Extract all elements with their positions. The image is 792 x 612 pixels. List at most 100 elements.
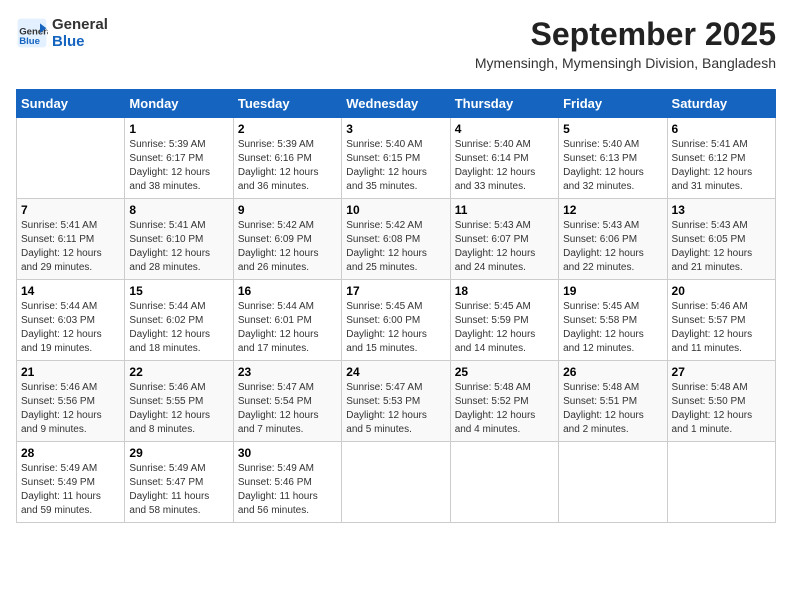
day-number: 3 bbox=[346, 122, 445, 136]
weekday-header-row: SundayMondayTuesdayWednesdayThursdayFrid… bbox=[17, 90, 776, 118]
calendar-week-row: 7 Sunrise: 5:41 AM Sunset: 6:11 PM Daylig… bbox=[17, 199, 776, 280]
calendar-week-row: 28 Sunrise: 5:49 AM Sunset: 5:49 PM Dayli… bbox=[17, 442, 776, 523]
day-number: 13 bbox=[672, 203, 771, 217]
day-number: 14 bbox=[21, 284, 120, 298]
day-info: Sunrise: 5:49 AM Sunset: 5:49 PM Dayligh… bbox=[21, 462, 120, 518]
weekday-header-friday: Friday bbox=[559, 90, 667, 118]
day-info: Sunrise: 5:39 AM Sunset: 6:16 PM Dayligh… bbox=[238, 138, 337, 194]
calendar-cell: 13 Sunrise: 5:43 AM Sunset: 6:05 PM Dayli… bbox=[667, 199, 775, 280]
calendar-cell: 5 Sunrise: 5:40 AM Sunset: 6:13 PM Daylig… bbox=[559, 118, 667, 199]
day-number: 25 bbox=[455, 365, 554, 379]
calendar-cell: 17 Sunrise: 5:45 AM Sunset: 6:00 PM Dayli… bbox=[342, 280, 450, 361]
weekday-header-tuesday: Tuesday bbox=[233, 90, 341, 118]
calendar-week-row: 21 Sunrise: 5:46 AM Sunset: 5:56 PM Dayli… bbox=[17, 361, 776, 442]
calendar-cell: 8Sunrise: 5:41 AM Sunset: 6:10 PM Daylig… bbox=[125, 199, 233, 280]
day-number: 23 bbox=[238, 365, 337, 379]
day-info: Sunrise: 5:48 AM Sunset: 5:52 PM Dayligh… bbox=[455, 381, 554, 437]
calendar-cell: 10Sunrise: 5:42 AM Sunset: 6:08 PM Dayli… bbox=[342, 199, 450, 280]
calendar-cell: 30 Sunrise: 5:49 AM Sunset: 5:46 PM Dayli… bbox=[233, 442, 341, 523]
calendar-week-row: 1Sunrise: 5:39 AM Sunset: 6:17 PM Daylig… bbox=[17, 118, 776, 199]
calendar-cell: 15 Sunrise: 5:44 AM Sunset: 6:02 PM Dayli… bbox=[125, 280, 233, 361]
calendar-cell: 4 Sunrise: 5:40 AM Sunset: 6:14 PM Daylig… bbox=[450, 118, 558, 199]
day-number: 30 bbox=[238, 446, 337, 460]
day-number: 19 bbox=[563, 284, 662, 298]
calendar-cell: 1Sunrise: 5:39 AM Sunset: 6:17 PM Daylig… bbox=[125, 118, 233, 199]
calendar-cell: 2Sunrise: 5:39 AM Sunset: 6:16 PM Daylig… bbox=[233, 118, 341, 199]
day-number: 4 bbox=[455, 122, 554, 136]
day-info: Sunrise: 5:47 AM Sunset: 5:54 PM Dayligh… bbox=[238, 381, 337, 437]
calendar-cell: 23 Sunrise: 5:47 AM Sunset: 5:54 PM Dayli… bbox=[233, 361, 341, 442]
day-number: 21 bbox=[21, 365, 120, 379]
month-title: September 2025 bbox=[475, 16, 776, 53]
day-number: 24 bbox=[346, 365, 445, 379]
calendar-cell: 22 Sunrise: 5:46 AM Sunset: 5:55 PM Dayli… bbox=[125, 361, 233, 442]
calendar-cell: 21 Sunrise: 5:46 AM Sunset: 5:56 PM Dayli… bbox=[17, 361, 125, 442]
day-info: Sunrise: 5:44 AM Sunset: 6:02 PM Dayligh… bbox=[129, 300, 228, 356]
day-info: Sunrise: 5:48 AM Sunset: 5:51 PM Dayligh… bbox=[563, 381, 662, 437]
calendar-cell: 3Sunrise: 5:40 AM Sunset: 6:15 PM Daylig… bbox=[342, 118, 450, 199]
weekday-header-thursday: Thursday bbox=[450, 90, 558, 118]
calendar-cell bbox=[559, 442, 667, 523]
day-info: Sunrise: 5:40 AM Sunset: 6:13 PM Dayligh… bbox=[563, 138, 662, 194]
logo-text: General Blue bbox=[52, 16, 108, 50]
svg-text:Blue: Blue bbox=[19, 36, 40, 47]
day-number: 22 bbox=[129, 365, 228, 379]
day-info: Sunrise: 5:45 AM Sunset: 5:58 PM Dayligh… bbox=[563, 300, 662, 356]
calendar-cell bbox=[450, 442, 558, 523]
day-info: Sunrise: 5:42 AM Sunset: 6:08 PM Dayligh… bbox=[346, 219, 445, 275]
day-info: Sunrise: 5:49 AM Sunset: 5:46 PM Dayligh… bbox=[238, 462, 337, 518]
day-number: 7 bbox=[21, 203, 120, 217]
calendar-body: 1Sunrise: 5:39 AM Sunset: 6:17 PM Daylig… bbox=[17, 118, 776, 523]
day-number: 20 bbox=[672, 284, 771, 298]
day-number: 12 bbox=[563, 203, 662, 217]
day-number: 18 bbox=[455, 284, 554, 298]
day-info: Sunrise: 5:44 AM Sunset: 6:01 PM Dayligh… bbox=[238, 300, 337, 356]
calendar-header: SundayMondayTuesdayWednesdayThursdayFrid… bbox=[17, 90, 776, 118]
logo: General Blue General Blue bbox=[16, 16, 108, 50]
day-number: 6 bbox=[672, 122, 771, 136]
day-info: Sunrise: 5:45 AM Sunset: 6:00 PM Dayligh… bbox=[346, 300, 445, 356]
weekday-header-wednesday: Wednesday bbox=[342, 90, 450, 118]
calendar-cell: 29 Sunrise: 5:49 AM Sunset: 5:47 PM Dayli… bbox=[125, 442, 233, 523]
day-number: 9 bbox=[238, 203, 337, 217]
location-title: Mymensingh, Mymensingh Division, Banglad… bbox=[475, 55, 776, 71]
calendar-cell: 7 Sunrise: 5:41 AM Sunset: 6:11 PM Daylig… bbox=[17, 199, 125, 280]
calendar-cell bbox=[667, 442, 775, 523]
calendar-cell: 19 Sunrise: 5:45 AM Sunset: 5:58 PM Dayli… bbox=[559, 280, 667, 361]
day-number: 15 bbox=[129, 284, 228, 298]
day-number: 29 bbox=[129, 446, 228, 460]
day-info: Sunrise: 5:44 AM Sunset: 6:03 PM Dayligh… bbox=[21, 300, 120, 356]
day-info: Sunrise: 5:46 AM Sunset: 5:55 PM Dayligh… bbox=[129, 381, 228, 437]
day-info: Sunrise: 5:43 AM Sunset: 6:05 PM Dayligh… bbox=[672, 219, 771, 275]
calendar-week-row: 14 Sunrise: 5:44 AM Sunset: 6:03 PM Dayli… bbox=[17, 280, 776, 361]
calendar-cell: 16 Sunrise: 5:44 AM Sunset: 6:01 PM Dayli… bbox=[233, 280, 341, 361]
weekday-header-sunday: Sunday bbox=[17, 90, 125, 118]
day-info: Sunrise: 5:42 AM Sunset: 6:09 PM Dayligh… bbox=[238, 219, 337, 275]
day-number: 26 bbox=[563, 365, 662, 379]
day-info: Sunrise: 5:40 AM Sunset: 6:14 PM Dayligh… bbox=[455, 138, 554, 194]
day-info: Sunrise: 5:46 AM Sunset: 5:56 PM Dayligh… bbox=[21, 381, 120, 437]
calendar-cell: 20 Sunrise: 5:46 AM Sunset: 5:57 PM Dayli… bbox=[667, 280, 775, 361]
calendar-cell: 24Sunrise: 5:47 AM Sunset: 5:53 PM Dayli… bbox=[342, 361, 450, 442]
day-info: Sunrise: 5:43 AM Sunset: 6:06 PM Dayligh… bbox=[563, 219, 662, 275]
day-info: Sunrise: 5:45 AM Sunset: 5:59 PM Dayligh… bbox=[455, 300, 554, 356]
calendar-cell: 11Sunrise: 5:43 AM Sunset: 6:07 PM Dayli… bbox=[450, 199, 558, 280]
top-area: General Blue General Blue September 2025… bbox=[16, 16, 776, 81]
day-number: 5 bbox=[563, 122, 662, 136]
calendar-cell bbox=[17, 118, 125, 199]
day-info: Sunrise: 5:48 AM Sunset: 5:50 PM Dayligh… bbox=[672, 381, 771, 437]
calendar-table: SundayMondayTuesdayWednesdayThursdayFrid… bbox=[16, 89, 776, 523]
day-number: 16 bbox=[238, 284, 337, 298]
weekday-header-saturday: Saturday bbox=[667, 90, 775, 118]
day-info: Sunrise: 5:46 AM Sunset: 5:57 PM Dayligh… bbox=[672, 300, 771, 356]
day-info: Sunrise: 5:43 AM Sunset: 6:07 PM Dayligh… bbox=[455, 219, 554, 275]
calendar-cell: 28 Sunrise: 5:49 AM Sunset: 5:49 PM Dayli… bbox=[17, 442, 125, 523]
calendar-cell: 14 Sunrise: 5:44 AM Sunset: 6:03 PM Dayli… bbox=[17, 280, 125, 361]
day-number: 28 bbox=[21, 446, 120, 460]
day-info: Sunrise: 5:49 AM Sunset: 5:47 PM Dayligh… bbox=[129, 462, 228, 518]
calendar-cell bbox=[342, 442, 450, 523]
calendar-cell: 18 Sunrise: 5:45 AM Sunset: 5:59 PM Dayli… bbox=[450, 280, 558, 361]
day-number: 17 bbox=[346, 284, 445, 298]
day-info: Sunrise: 5:41 AM Sunset: 6:11 PM Dayligh… bbox=[21, 219, 120, 275]
calendar-cell: 12 Sunrise: 5:43 AM Sunset: 6:06 PM Dayli… bbox=[559, 199, 667, 280]
